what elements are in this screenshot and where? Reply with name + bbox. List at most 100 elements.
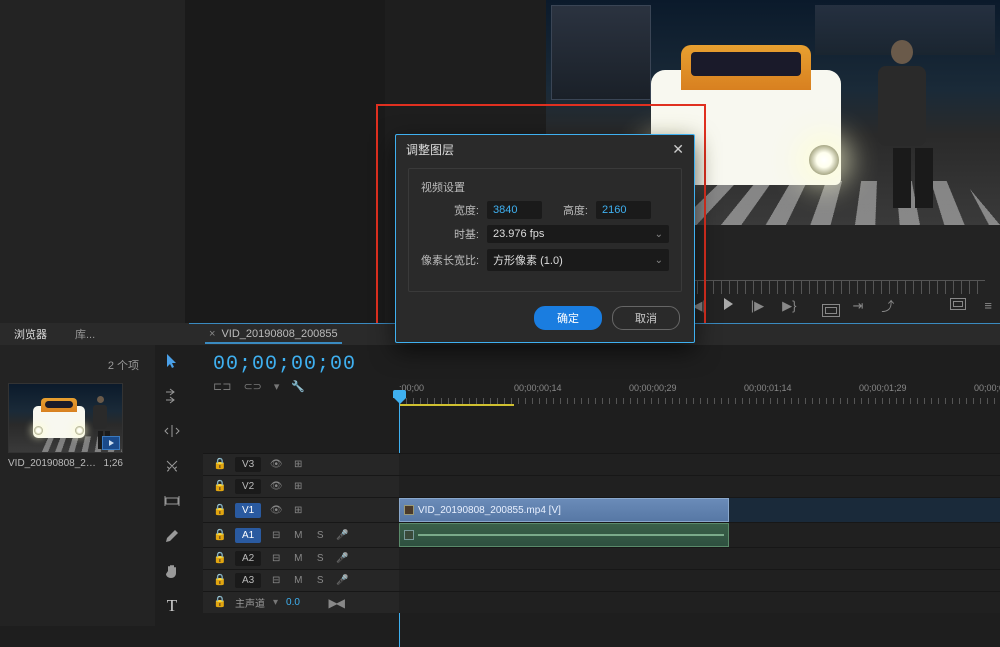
lock-icon[interactable]: 🔒 bbox=[213, 479, 227, 493]
extract-icon[interactable]: ⤴ bbox=[881, 296, 894, 315]
voice-over-icon[interactable]: 🎤 bbox=[335, 528, 349, 542]
pen-tool-icon[interactable] bbox=[162, 526, 182, 546]
track-body-a2[interactable] bbox=[399, 548, 1000, 569]
tracks: 🔒 V3 👁 ⊞ 🔒 V2 👁 ⊞ 🔒 V1 bbox=[203, 453, 1000, 626]
height-field[interactable] bbox=[596, 201, 651, 219]
voice-over-icon[interactable]: 🎤 bbox=[335, 552, 349, 566]
link-icon[interactable]: ⊂⊃ bbox=[243, 380, 261, 393]
safe-margin-icon[interactable] bbox=[822, 304, 840, 317]
mute-button[interactable]: M bbox=[291, 552, 305, 566]
height-label: 高度: bbox=[550, 202, 588, 218]
adjustment-layer-dialog: 调整图层 ✕ 视频设置 宽度: 高度: 时基: 23.976 fps 像素长宽比… bbox=[395, 134, 695, 343]
ruler-tick-label: 00;00;01;14 bbox=[744, 383, 859, 393]
snap-icon[interactable]: ⊏⊐ bbox=[213, 380, 231, 393]
track-toggle-a3[interactable]: A3 bbox=[235, 573, 261, 588]
track-body-v3[interactable] bbox=[399, 454, 1000, 475]
track-toggle-v1[interactable]: V1 bbox=[235, 503, 261, 518]
ruler-tick-label: 00;00;00;14 bbox=[514, 383, 629, 393]
toggle-output-icon[interactable]: 👁 bbox=[269, 503, 283, 517]
project-item-count: 2 个项 bbox=[8, 353, 147, 383]
clip-label: VID_20190808_200855.mp4 [V] bbox=[418, 505, 561, 516]
mark-out-icon[interactable]: ▶} bbox=[782, 298, 796, 314]
close-sequence-icon[interactable]: × bbox=[209, 328, 215, 340]
dialog-section-label: 视频设置 bbox=[421, 179, 669, 195]
audio-clip[interactable] bbox=[399, 523, 729, 547]
track-select-tool-icon[interactable] bbox=[162, 386, 182, 406]
track-body-a1[interactable] bbox=[399, 523, 1000, 547]
sync-lock-icon[interactable]: ⊞ bbox=[291, 458, 305, 472]
project-column: 2 个项 VID_20190808_2008... 1;26 bbox=[0, 345, 155, 626]
ripple-tool-icon[interactable] bbox=[162, 421, 182, 441]
lift-icon[interactable]: ⇥ bbox=[852, 298, 863, 314]
fx-badge-icon bbox=[404, 530, 414, 540]
solo-button[interactable]: S bbox=[313, 528, 327, 542]
timebase-select[interactable]: 23.976 fps bbox=[487, 225, 669, 243]
toggle-output-icon[interactable]: ⊟ bbox=[269, 552, 283, 566]
ruler-tick-label: 00;00;02;14 bbox=[974, 383, 1000, 393]
tab-library[interactable]: 库... bbox=[61, 323, 109, 345]
voice-over-icon[interactable]: 🎤 bbox=[335, 574, 349, 588]
toggle-output-icon[interactable]: ⊟ bbox=[269, 528, 283, 542]
slip-tool-icon[interactable] bbox=[162, 491, 182, 511]
track-toggle-v3[interactable]: V3 bbox=[235, 457, 261, 472]
sync-lock-icon[interactable]: ⊞ bbox=[291, 480, 305, 494]
sequence-tab[interactable]: × VID_20190808_200855 bbox=[205, 325, 342, 344]
export-frame-icon[interactable] bbox=[950, 298, 966, 313]
work-area-bar[interactable] bbox=[399, 404, 514, 406]
track-toggle-v2[interactable]: V2 bbox=[235, 479, 261, 494]
toggle-output-icon[interactable]: 👁 bbox=[269, 480, 283, 494]
ruler-tick-label: :00;00 bbox=[399, 383, 514, 393]
type-tool-icon[interactable]: T bbox=[162, 596, 182, 616]
mute-button[interactable]: M bbox=[291, 528, 305, 542]
track-body-v1[interactable]: VID_20190808_200855.mp4 [V] bbox=[399, 498, 1000, 522]
play-icon[interactable] bbox=[724, 298, 733, 313]
project-panel bbox=[0, 0, 185, 323]
clip-name: VID_20190808_2008... bbox=[8, 458, 100, 469]
hand-tool-icon[interactable] bbox=[162, 561, 182, 581]
sync-lock-icon[interactable]: ⊞ bbox=[291, 503, 305, 517]
toggle-output-icon[interactable]: 👁 bbox=[269, 458, 283, 472]
time-ruler[interactable]: :00;0000;00;00;1400;00;00;2900;00;01;14 0… bbox=[399, 383, 1000, 405]
lock-icon[interactable]: 🔒 bbox=[213, 595, 227, 609]
master-volume[interactable]: 0.0 bbox=[286, 597, 300, 608]
close-icon[interactable]: ✕ bbox=[672, 141, 684, 158]
tab-browser[interactable]: 浏览器 bbox=[0, 323, 61, 345]
project-bin-item[interactable]: VID_20190808_2008... 1;26 bbox=[8, 383, 123, 469]
timeline-tools: T bbox=[155, 345, 189, 626]
width-field[interactable] bbox=[487, 201, 542, 219]
dialog-title: 调整图层 bbox=[406, 141, 454, 158]
par-select[interactable]: 方形像素 (1.0) bbox=[487, 249, 669, 271]
timebase-label: 时基: bbox=[421, 226, 479, 242]
lower-area: 浏览器 库... 2 个项 VID_20190808_2008... 1;26 bbox=[0, 323, 1000, 626]
lock-icon[interactable]: 🔒 bbox=[213, 457, 227, 471]
timecode[interactable]: 00;00;00;00 bbox=[189, 345, 1000, 378]
ok-button[interactable]: 确定 bbox=[534, 306, 602, 330]
solo-button[interactable]: S bbox=[313, 574, 327, 588]
track-body-v2[interactable] bbox=[399, 476, 1000, 497]
master-track-label: 主声道 bbox=[235, 595, 265, 610]
lock-icon[interactable]: 🔒 bbox=[213, 573, 227, 587]
effects-panel bbox=[185, 0, 385, 323]
track-body-a3[interactable] bbox=[399, 570, 1000, 591]
selection-tool-icon[interactable] bbox=[162, 351, 182, 371]
master-meter-icon[interactable]: ▶◀ bbox=[329, 596, 343, 610]
lock-icon[interactable]: 🔒 bbox=[213, 502, 227, 516]
settings-icon[interactable]: ≡ bbox=[984, 298, 992, 313]
track-body-master[interactable] bbox=[399, 592, 1000, 613]
video-clip[interactable]: VID_20190808_200855.mp4 [V] bbox=[399, 498, 729, 522]
lock-icon[interactable]: 🔒 bbox=[213, 551, 227, 565]
cancel-button[interactable]: 取消 bbox=[612, 306, 680, 330]
step-fwd-icon[interactable]: |▶ bbox=[751, 298, 764, 314]
clip-duration: 1;26 bbox=[104, 458, 123, 469]
mute-button[interactable]: M bbox=[291, 574, 305, 588]
track-toggle-a1[interactable]: A1 bbox=[235, 528, 261, 543]
settings-wrench-icon[interactable]: 🔧 bbox=[291, 380, 305, 393]
razor-tool-icon[interactable] bbox=[162, 456, 182, 476]
marker-icon[interactable]: ▾ bbox=[274, 380, 280, 393]
solo-button[interactable]: S bbox=[313, 552, 327, 566]
lock-icon[interactable]: 🔒 bbox=[213, 527, 227, 541]
toggle-output-icon[interactable]: ⊟ bbox=[269, 574, 283, 588]
clip-thumbnail[interactable] bbox=[8, 383, 123, 453]
ruler-tick-label: 00;00;00;29 bbox=[629, 383, 744, 393]
track-toggle-a2[interactable]: A2 bbox=[235, 551, 261, 566]
